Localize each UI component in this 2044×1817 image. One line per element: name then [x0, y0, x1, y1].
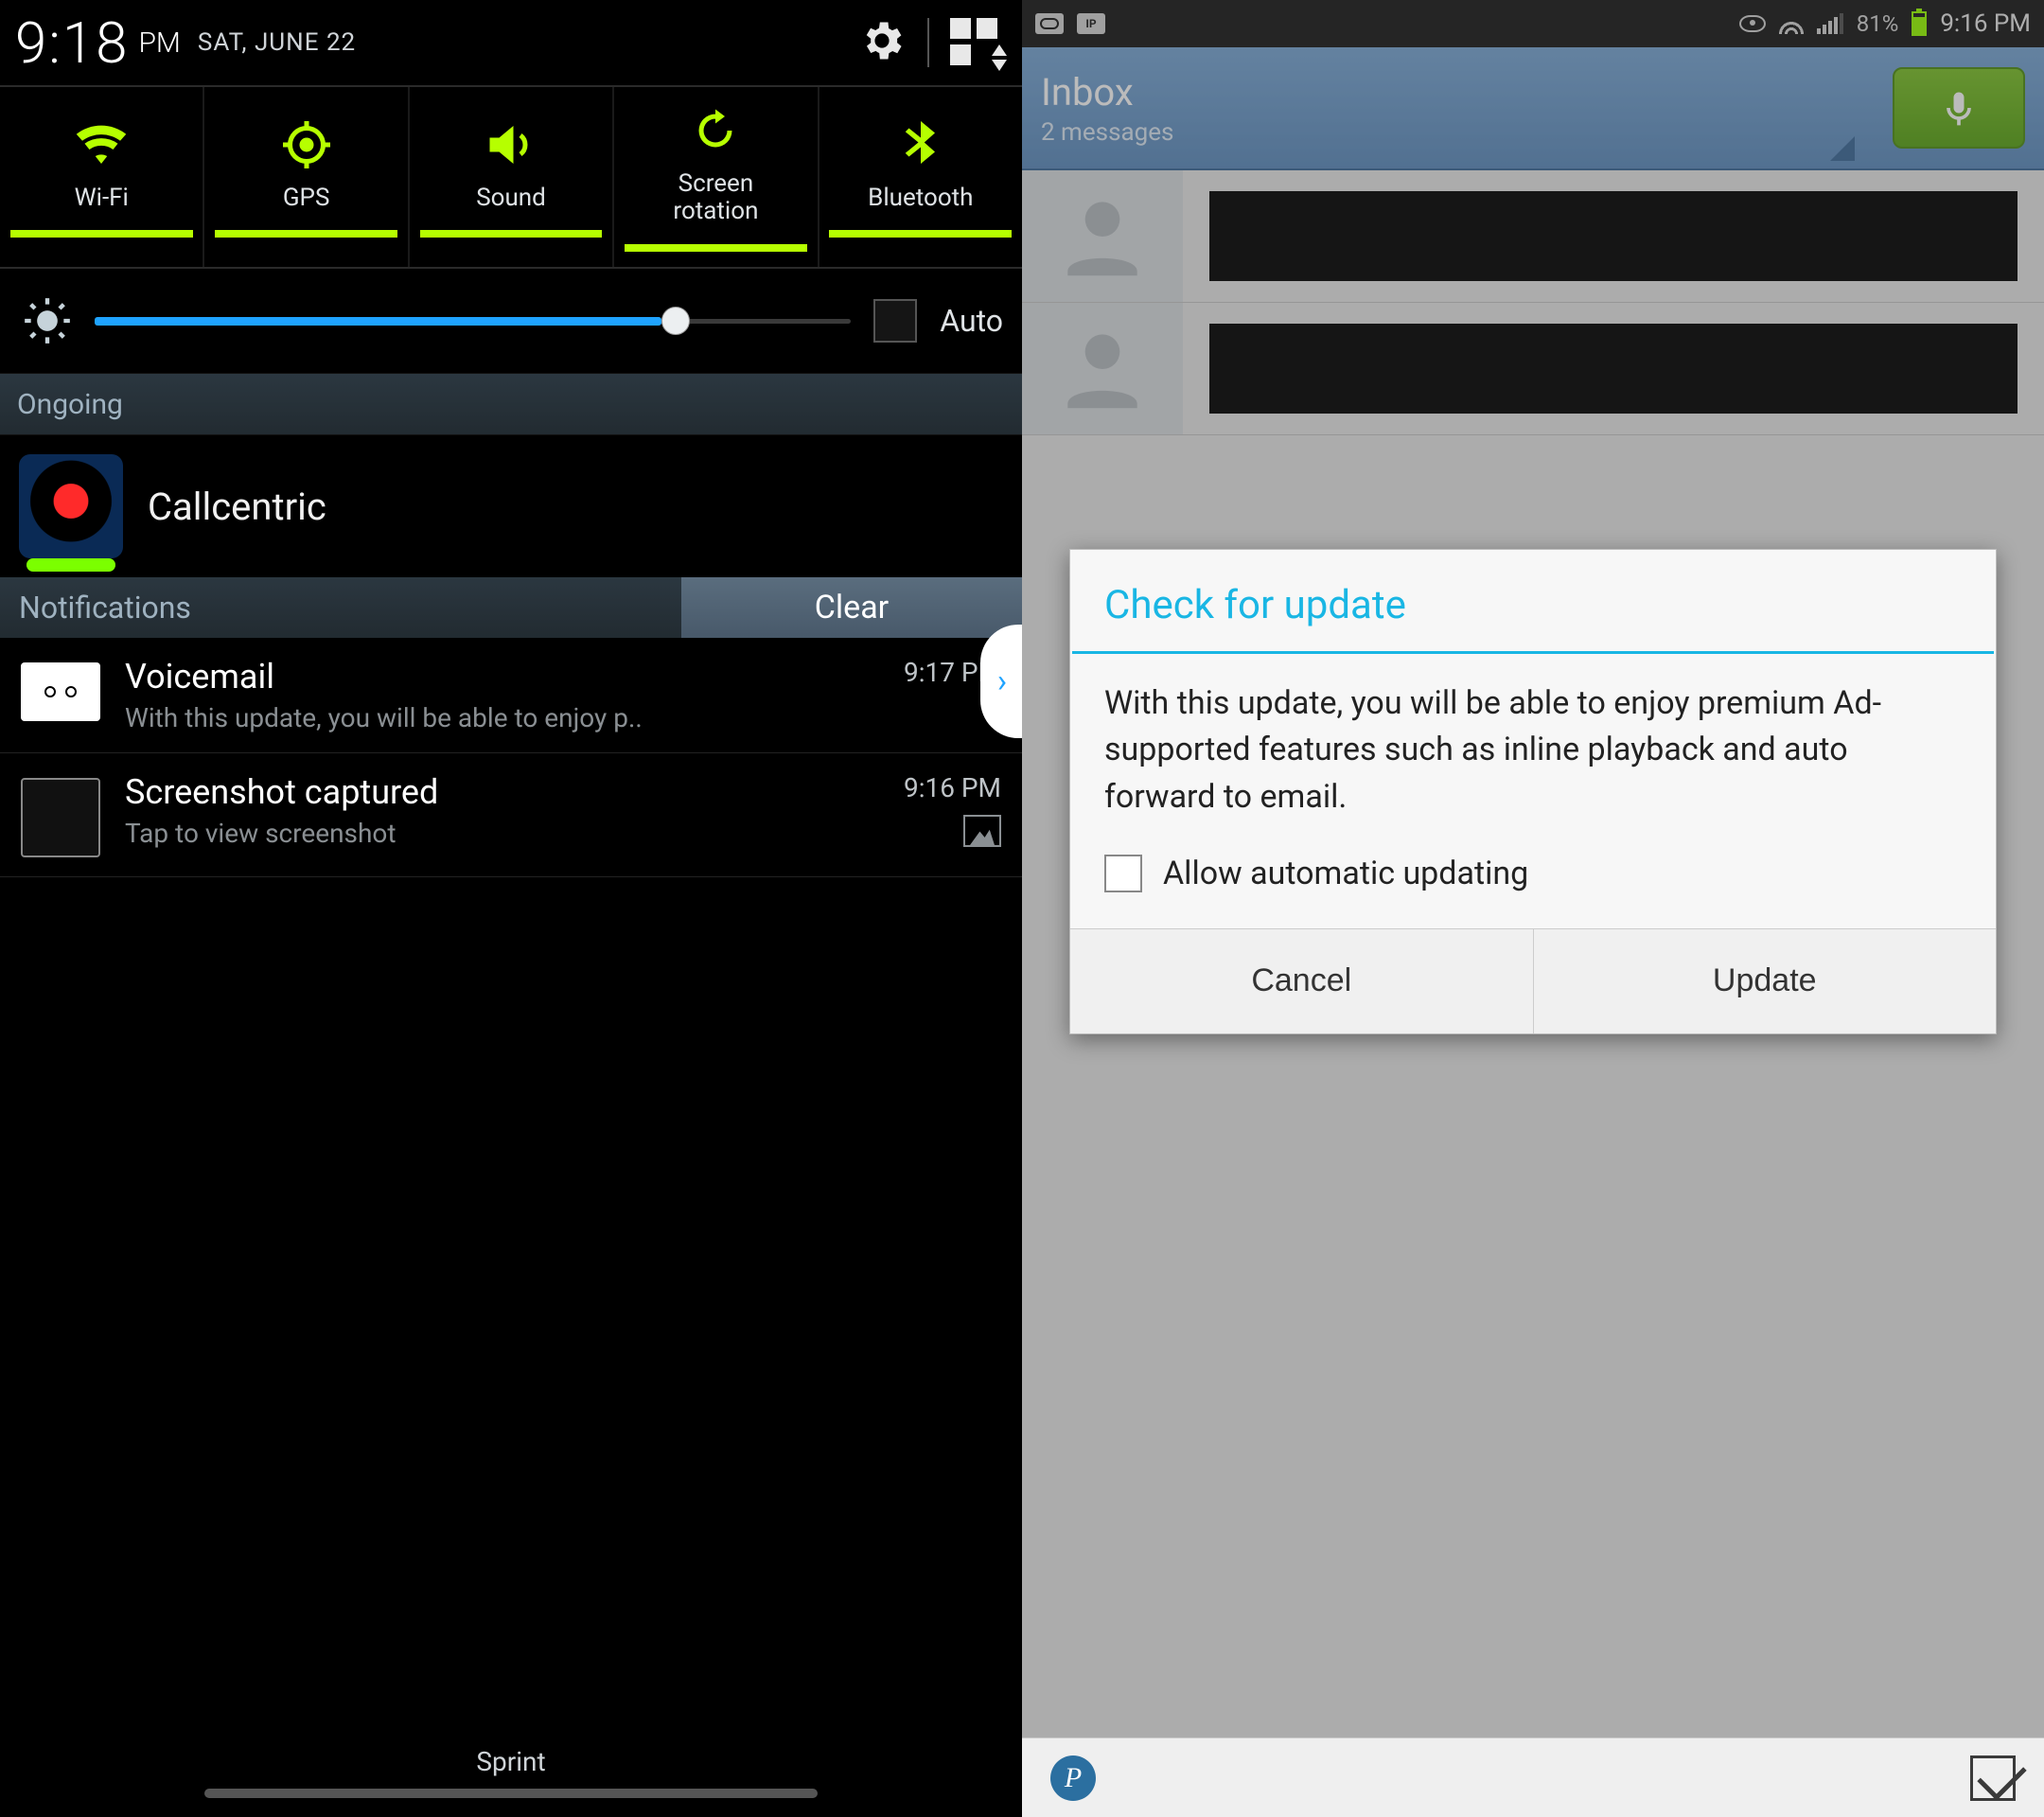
callcentric-icon: [19, 454, 123, 558]
toggle-screen-rotation[interactable]: Screen rotation: [614, 87, 819, 267]
update-button[interactable]: Update: [1534, 929, 1997, 1033]
notif-title: Screenshot captured: [125, 772, 879, 812]
update-dialog: Check for update With this update, you w…: [1069, 549, 1997, 1034]
screenshot-thumb-icon: [21, 778, 100, 857]
notification-screenshot[interactable]: Screenshot captured Tap to view screensh…: [0, 753, 1022, 877]
toggle-label: Sound: [476, 185, 546, 212]
dialog-body: With this update, you will be able to en…: [1070, 654, 1996, 830]
dialog-checkbox-row[interactable]: Allow automatic updating: [1070, 830, 1996, 928]
status-date: SAT, JUNE 22: [198, 28, 356, 57]
app-footer: P: [1022, 1738, 2044, 1817]
select-mode-icon[interactable]: [1970, 1755, 2016, 1801]
auto-brightness-checkbox[interactable]: [873, 299, 917, 343]
voicemail-icon: [21, 662, 100, 721]
notifications-header-row: Notifications Clear: [0, 577, 1022, 638]
notif-desc: With this update, you will be able to en…: [125, 702, 879, 733]
status-time: 9:18: [15, 9, 129, 77]
brightness-slider[interactable]: [95, 314, 851, 327]
toggle-wifi[interactable]: Wi-Fi: [0, 87, 204, 267]
quick-toggles: Wi-Fi GPS Sound Screen rotation Bluetoot: [0, 87, 1022, 267]
provider-badge-icon[interactable]: P: [1050, 1755, 1096, 1801]
multiwindow-tab[interactable]: ›: [980, 625, 1022, 738]
quick-panel-icon[interactable]: [950, 18, 1007, 67]
brightness-icon: [23, 296, 72, 345]
toggle-bluetooth[interactable]: Bluetooth: [819, 87, 1022, 267]
checkbox-icon[interactable]: [1104, 855, 1142, 892]
shade-handle[interactable]: [204, 1789, 818, 1798]
carrier-label: Sprint: [0, 1746, 1022, 1777]
dialog-title: Check for update: [1070, 550, 1996, 651]
image-icon: [963, 815, 1001, 847]
settings-icon[interactable]: [857, 16, 907, 69]
ongoing-title: Callcentric: [148, 485, 326, 529]
notif-title: Voicemail: [125, 657, 879, 697]
status-ampm: PM: [138, 26, 180, 60]
ongoing-item-callcentric[interactable]: Callcentric: [0, 435, 1022, 577]
clear-button[interactable]: Clear: [681, 577, 1022, 638]
notif-desc: Tap to view screenshot: [125, 818, 879, 849]
voicemail-app: 81% 9:16 PM Inbox 2 messages: [1022, 0, 2044, 1817]
ongoing-header: Ongoing: [0, 373, 1022, 435]
toggle-label: Wi-Fi: [75, 185, 129, 212]
toggle-label: Bluetooth: [868, 185, 973, 212]
toggle-label: GPS: [283, 185, 330, 212]
notification-voicemail[interactable]: Voicemail With this update, you will be …: [0, 638, 1022, 753]
dialog-checkbox-label: Allow automatic updating: [1163, 855, 1528, 892]
divider: [927, 18, 929, 67]
cancel-button[interactable]: Cancel: [1070, 929, 1534, 1033]
shade-footer: Sprint: [0, 1746, 1022, 1798]
brightness-row: Auto: [0, 269, 1022, 373]
notifications-header: Notifications: [0, 577, 681, 638]
toggle-gps[interactable]: GPS: [204, 87, 409, 267]
notification-shade: 9:18 PM SAT, JUNE 22 Wi-Fi GPS: [0, 0, 1022, 1817]
auto-brightness-label: Auto: [940, 303, 1003, 339]
toggle-label: Screen rotation: [673, 170, 758, 224]
toggle-sound[interactable]: Sound: [410, 87, 614, 267]
notif-time: 9:16 PM: [904, 772, 1001, 803]
status-bar: 9:18 PM SAT, JUNE 22: [0, 0, 1022, 85]
